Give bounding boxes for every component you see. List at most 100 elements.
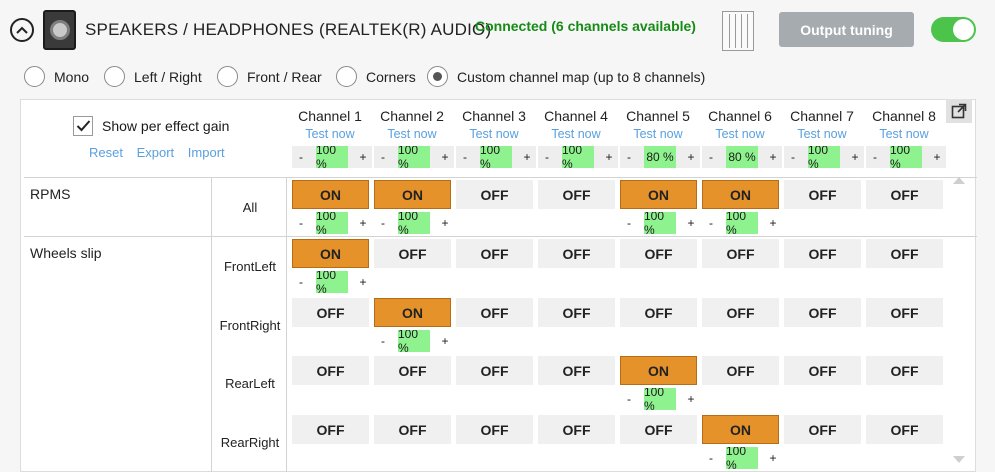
gain-value[interactable]: 100 % [726,212,758,234]
increase-button[interactable]: + [356,216,370,230]
radio-circle[interactable] [24,66,45,87]
gain-stepper[interactable]: -100 % + [620,212,700,234]
gain-value[interactable]: 80 % [644,146,676,168]
reset-link[interactable]: Reset [89,145,123,160]
channel-toggle-6[interactable]: OFF [702,298,779,327]
channel-toggle-1[interactable]: OFF [292,415,369,444]
scroll-down-arrow[interactable] [953,456,965,463]
gain-value[interactable]: 80 % [726,146,758,168]
channel-toggle-4[interactable]: OFF [538,298,615,327]
increase-button[interactable]: + [520,150,534,164]
collapse-button[interactable] [10,18,34,42]
channel-toggle-8[interactable]: OFF [866,356,943,385]
gain-stepper[interactable]: -80 % + [702,146,782,168]
decrease-button[interactable]: - [704,451,718,465]
increase-button[interactable]: + [602,150,616,164]
decrease-button[interactable]: - [294,216,308,230]
increase-button[interactable]: + [930,150,944,164]
decrease-button[interactable]: - [786,150,800,164]
radio-circle[interactable] [336,66,357,87]
gain-stepper[interactable]: -100 % + [702,447,782,469]
increase-button[interactable]: + [356,275,370,289]
mode-radio-5[interactable]: Custom channel map (up to 8 channels) [427,66,705,87]
channel-toggle-7[interactable]: OFF [784,180,861,209]
channel-toggle-8[interactable]: OFF [866,239,943,268]
gain-value[interactable]: 100 % [890,146,922,168]
channel-toggle-3[interactable]: OFF [456,239,533,268]
gain-stepper[interactable]: -100 % + [784,146,864,168]
gain-stepper[interactable]: -100 % + [374,212,454,234]
channel-toggle-5[interactable]: ON [620,180,697,209]
gain-value[interactable]: 100 % [644,212,676,234]
channel-toggle-6[interactable]: OFF [702,356,779,385]
scroll-up-arrow[interactable] [953,177,965,184]
channel-toggle-7[interactable]: OFF [784,298,861,327]
channel-toggle-3[interactable]: OFF [456,356,533,385]
channel-toggle-4[interactable]: OFF [538,239,615,268]
gain-stepper[interactable]: -100 % + [292,271,372,293]
channel-toggle-7[interactable]: OFF [784,356,861,385]
channel-toggle-8[interactable]: OFF [866,298,943,327]
gain-stepper[interactable]: -100 % + [538,146,618,168]
channel-toggle-4[interactable]: OFF [538,415,615,444]
test-now-link[interactable]: Test now [372,127,452,142]
channel-toggle-7[interactable]: OFF [784,239,861,268]
channel-toggle-5[interactable]: ON [620,356,697,385]
channel-toggle-7[interactable]: OFF [784,415,861,444]
gain-stepper[interactable]: -100 % + [702,212,782,234]
radio-circle[interactable] [217,66,238,87]
import-link[interactable]: Import [188,145,225,160]
channel-toggle-4[interactable]: OFF [538,180,615,209]
channel-toggle-6[interactable]: OFF [702,239,779,268]
channel-toggle-5[interactable]: OFF [620,239,697,268]
channel-toggle-2[interactable]: ON [374,180,451,209]
increase-button[interactable]: + [766,150,780,164]
decrease-button[interactable]: - [458,150,472,164]
channel-toggle-2[interactable]: ON [374,298,451,327]
mode-radio-2[interactable]: Left / Right [104,66,202,87]
decrease-button[interactable]: - [294,150,308,164]
gain-stepper[interactable]: -100 % + [620,388,700,410]
gain-value[interactable]: 100 % [316,146,348,168]
increase-button[interactable]: + [766,451,780,465]
gain-stepper[interactable]: -100 % + [292,146,372,168]
test-now-link[interactable]: Test now [618,127,698,142]
increase-button[interactable]: + [848,150,862,164]
decrease-button[interactable]: - [294,275,308,289]
test-now-link[interactable]: Test now [782,127,862,142]
export-link[interactable]: Export [137,145,175,160]
output-tuning-button[interactable]: Output tuning [779,12,914,47]
test-now-link[interactable]: Test now [864,127,944,142]
decrease-button[interactable]: - [868,150,882,164]
test-now-link[interactable]: Test now [290,127,370,142]
channel-toggle-2[interactable]: OFF [374,356,451,385]
increase-button[interactable]: + [766,216,780,230]
increase-button[interactable]: + [684,150,698,164]
radio-circle[interactable] [104,66,125,87]
channel-toggle-1[interactable]: ON [292,239,369,268]
increase-button[interactable]: + [356,150,370,164]
popout-button[interactable] [946,99,972,123]
gain-value[interactable]: 100 % [398,212,430,234]
test-now-link[interactable]: Test now [536,127,616,142]
gain-value[interactable]: 100 % [562,146,594,168]
decrease-button[interactable]: - [704,150,718,164]
gain-stepper[interactable]: -100 % + [292,212,372,234]
gain-value[interactable]: 100 % [316,212,348,234]
gain-stepper[interactable]: -100 % + [456,146,536,168]
mode-radio-1[interactable]: Mono [24,66,89,87]
decrease-button[interactable]: - [376,216,390,230]
gain-stepper[interactable]: -80 % + [620,146,700,168]
channel-toggle-5[interactable]: OFF [620,415,697,444]
show-gain-checkbox[interactable] [73,116,93,136]
decrease-button[interactable]: - [622,150,636,164]
decrease-button[interactable]: - [376,334,390,348]
test-now-link[interactable]: Test now [454,127,534,142]
decrease-button[interactable]: - [704,216,718,230]
channel-toggle-2[interactable]: OFF [374,415,451,444]
decrease-button[interactable]: - [540,150,554,164]
channel-toggle-8[interactable]: OFF [866,180,943,209]
channel-toggle-3[interactable]: OFF [456,180,533,209]
increase-button[interactable]: + [684,216,698,230]
decrease-button[interactable]: - [376,150,390,164]
